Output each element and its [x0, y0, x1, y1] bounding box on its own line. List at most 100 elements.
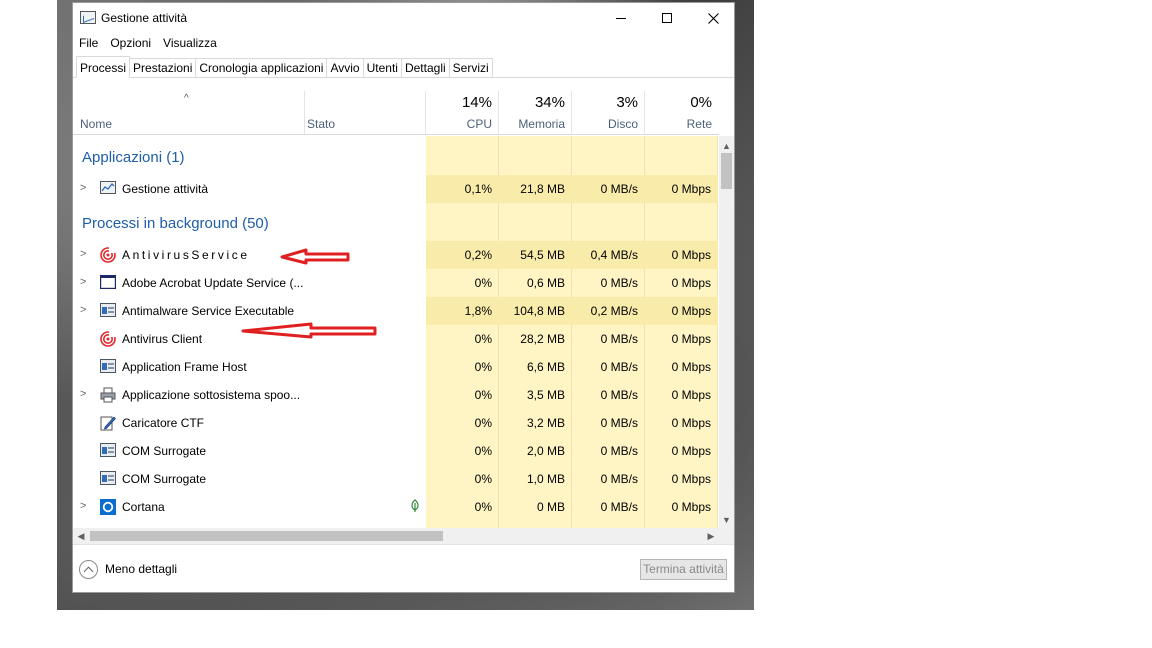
disk-value: 0 MB/s: [600, 500, 638, 514]
printer-icon: [100, 387, 116, 403]
network-value: 0 Mbps: [671, 500, 711, 514]
process-name: COM Surrogate: [122, 472, 207, 486]
window-title: Gestione attività: [101, 11, 188, 25]
memory-value: 2,0 MB: [526, 444, 565, 458]
chevron-right-icon[interactable]: >: [80, 388, 86, 400]
cpu-value: 0%: [474, 276, 492, 290]
process-name: Applicazione sottosistema spoo...: [122, 388, 301, 402]
column-name[interactable]: ^ Nome: [78, 91, 305, 135]
footer-divider: [73, 544, 734, 545]
memory-value: 3,2 MB: [526, 416, 565, 430]
disk-value: 0,4 MB/s: [590, 248, 638, 262]
menu-view[interactable]: Visualizza: [157, 34, 223, 52]
tab-users[interactable]: Utenti: [363, 58, 402, 78]
memory-value: 104,8 MB: [513, 304, 565, 318]
scroll-up-icon[interactable]: ▲: [719, 138, 734, 154]
tab-services[interactable]: Servizi: [449, 58, 493, 78]
column-disk[interactable]: 3% Disco: [572, 91, 645, 135]
cpu-value: 0%: [474, 360, 492, 374]
service-icon: [100, 303, 116, 319]
network-value: 0 Mbps: [671, 276, 711, 290]
process-list: Applicazioni (1) > Gestione attività 0,1% 2…: [73, 136, 719, 528]
memory-total-percent: 34%: [534, 94, 565, 111]
column-memory-label: Memoria: [518, 117, 565, 131]
process-name: Application Frame Host: [122, 360, 247, 374]
process-row[interactable]: > Adobe Acrobat Update Service (... 0% 0,6 …: [73, 269, 719, 297]
tab-app-history[interactable]: Cronologia applicazioni: [196, 58, 328, 78]
cpu-value: 0%: [474, 500, 492, 514]
process-row[interactable]: Application Frame Host 0% 6,6 MB 0 MB/s 0 Mb…: [73, 353, 719, 381]
disk-value: 0,2 MB/s: [590, 304, 638, 318]
disk-value: 0 MB/s: [600, 388, 638, 402]
column-name-label: Nome: [80, 117, 113, 131]
horizontal-scroll-thumb[interactable]: [90, 531, 443, 541]
disk-value: 0 MB/s: [600, 444, 638, 458]
less-details-button[interactable]: Meno dettagli: [79, 559, 177, 579]
cpu-value: 0,1%: [464, 182, 492, 196]
process-row[interactable]: Antivirus Client 0% 28,2 MB 0 MB/s 0 Mbps: [73, 325, 719, 353]
process-name: COM Surrogate: [122, 444, 207, 458]
process-row[interactable]: > Antimalware Service Executable 1,8% 104,8…: [73, 297, 719, 325]
column-network-label: Rete: [686, 117, 712, 131]
vertical-scroll-thumb[interactable]: [721, 153, 732, 189]
cpu-value: 0%: [474, 472, 492, 486]
group-background-processes: Processi in background (50): [82, 215, 269, 232]
process-row[interactable]: > Applicazione sottosistema spoo... 0% 3,5 …: [73, 381, 719, 409]
disk-value: 0 MB/s: [600, 276, 638, 290]
vertical-scrollbar[interactable]: ▲ ▼: [719, 136, 734, 528]
horizontal-scrollbar[interactable]: ◀ ▶: [73, 528, 734, 544]
memory-value: 6,6 MB: [526, 360, 565, 374]
column-header: ^ Nome Stato 14% CPU 34% Memoria 3% Disc…: [73, 91, 719, 135]
process-row[interactable]: > Gestione attività 0,1% 21,8 MB 0 MB/s 0 Mbp…: [73, 175, 719, 203]
service-icon: [100, 443, 116, 459]
tab-processes[interactable]: Processi: [76, 56, 131, 78]
tab-startup[interactable]: Avvio: [327, 58, 364, 78]
process-name: Antimalware Service Executable: [122, 304, 295, 318]
end-task-button[interactable]: Termina attività: [640, 559, 727, 580]
memory-value: 54,5 MB: [520, 248, 565, 262]
process-name: AntivirusService: [122, 248, 250, 262]
minimize-button[interactable]: [598, 3, 644, 33]
memory-value: 0 MB: [536, 500, 565, 514]
scroll-down-icon[interactable]: ▼: [719, 512, 734, 528]
process-name: Antivirus Client: [122, 332, 203, 346]
tab-bar: Processi Prestazioni Cronologia applicaz…: [76, 56, 493, 78]
process-row[interactable]: > Cortana 0% 0 MB 0 MB/s 0 Mbps: [73, 493, 719, 521]
menu-file[interactable]: File: [73, 34, 104, 52]
chevron-right-icon[interactable]: >: [80, 248, 86, 260]
close-button[interactable]: [690, 3, 736, 33]
process-row[interactable]: > AntivirusService 0,2% 54,5 MB 0,4 MB/s 0 Mb…: [73, 241, 719, 269]
column-memory[interactable]: 34% Memoria: [499, 91, 572, 135]
process-name: Gestione attività: [122, 182, 209, 196]
menu-options[interactable]: Opzioni: [104, 34, 157, 52]
column-cpu-label: CPU: [466, 117, 492, 131]
process-row[interactable]: Caricatore CTF 0% 3,2 MB 0 MB/s 0 Mbps: [73, 409, 719, 437]
network-value: 0 Mbps: [671, 304, 711, 318]
chevron-right-icon[interactable]: >: [80, 182, 86, 194]
chevron-right-icon[interactable]: >: [80, 276, 86, 288]
disk-value: 0 MB/s: [600, 416, 638, 430]
cpu-value: 0%: [474, 416, 492, 430]
maximize-button[interactable]: [644, 3, 690, 33]
scroll-right-icon[interactable]: ▶: [703, 528, 719, 544]
pen-icon: [100, 415, 116, 431]
chevron-right-icon[interactable]: >: [80, 304, 86, 316]
cpu-value: 0%: [474, 388, 492, 402]
chevron-right-icon[interactable]: >: [80, 500, 86, 512]
network-value: 0 Mbps: [671, 248, 711, 262]
scroll-left-icon[interactable]: ◀: [73, 528, 89, 544]
tab-details[interactable]: Dettagli: [401, 58, 450, 78]
process-name: Cortana: [122, 500, 165, 514]
network-value: 0 Mbps: [671, 360, 711, 374]
process-row[interactable]: COM Surrogate 0% 1,0 MB 0 MB/s 0 Mbps: [73, 465, 719, 493]
memory-value: 3,5 MB: [526, 388, 565, 402]
column-network[interactable]: 0% Rete: [645, 91, 718, 135]
network-value: 0 Mbps: [671, 332, 711, 346]
process-name: Adobe Acrobat Update Service (...: [122, 276, 304, 290]
tab-performance[interactable]: Prestazioni: [130, 58, 197, 78]
column-cpu[interactable]: 14% CPU: [426, 91, 499, 135]
process-row[interactable]: COM Surrogate 0% 2,0 MB 0 MB/s 0 Mbps: [73, 437, 719, 465]
column-status[interactable]: Stato: [305, 91, 426, 135]
title-bar[interactable]: Gestione attività: [73, 3, 734, 33]
disk-value: 0 MB/s: [600, 332, 638, 346]
